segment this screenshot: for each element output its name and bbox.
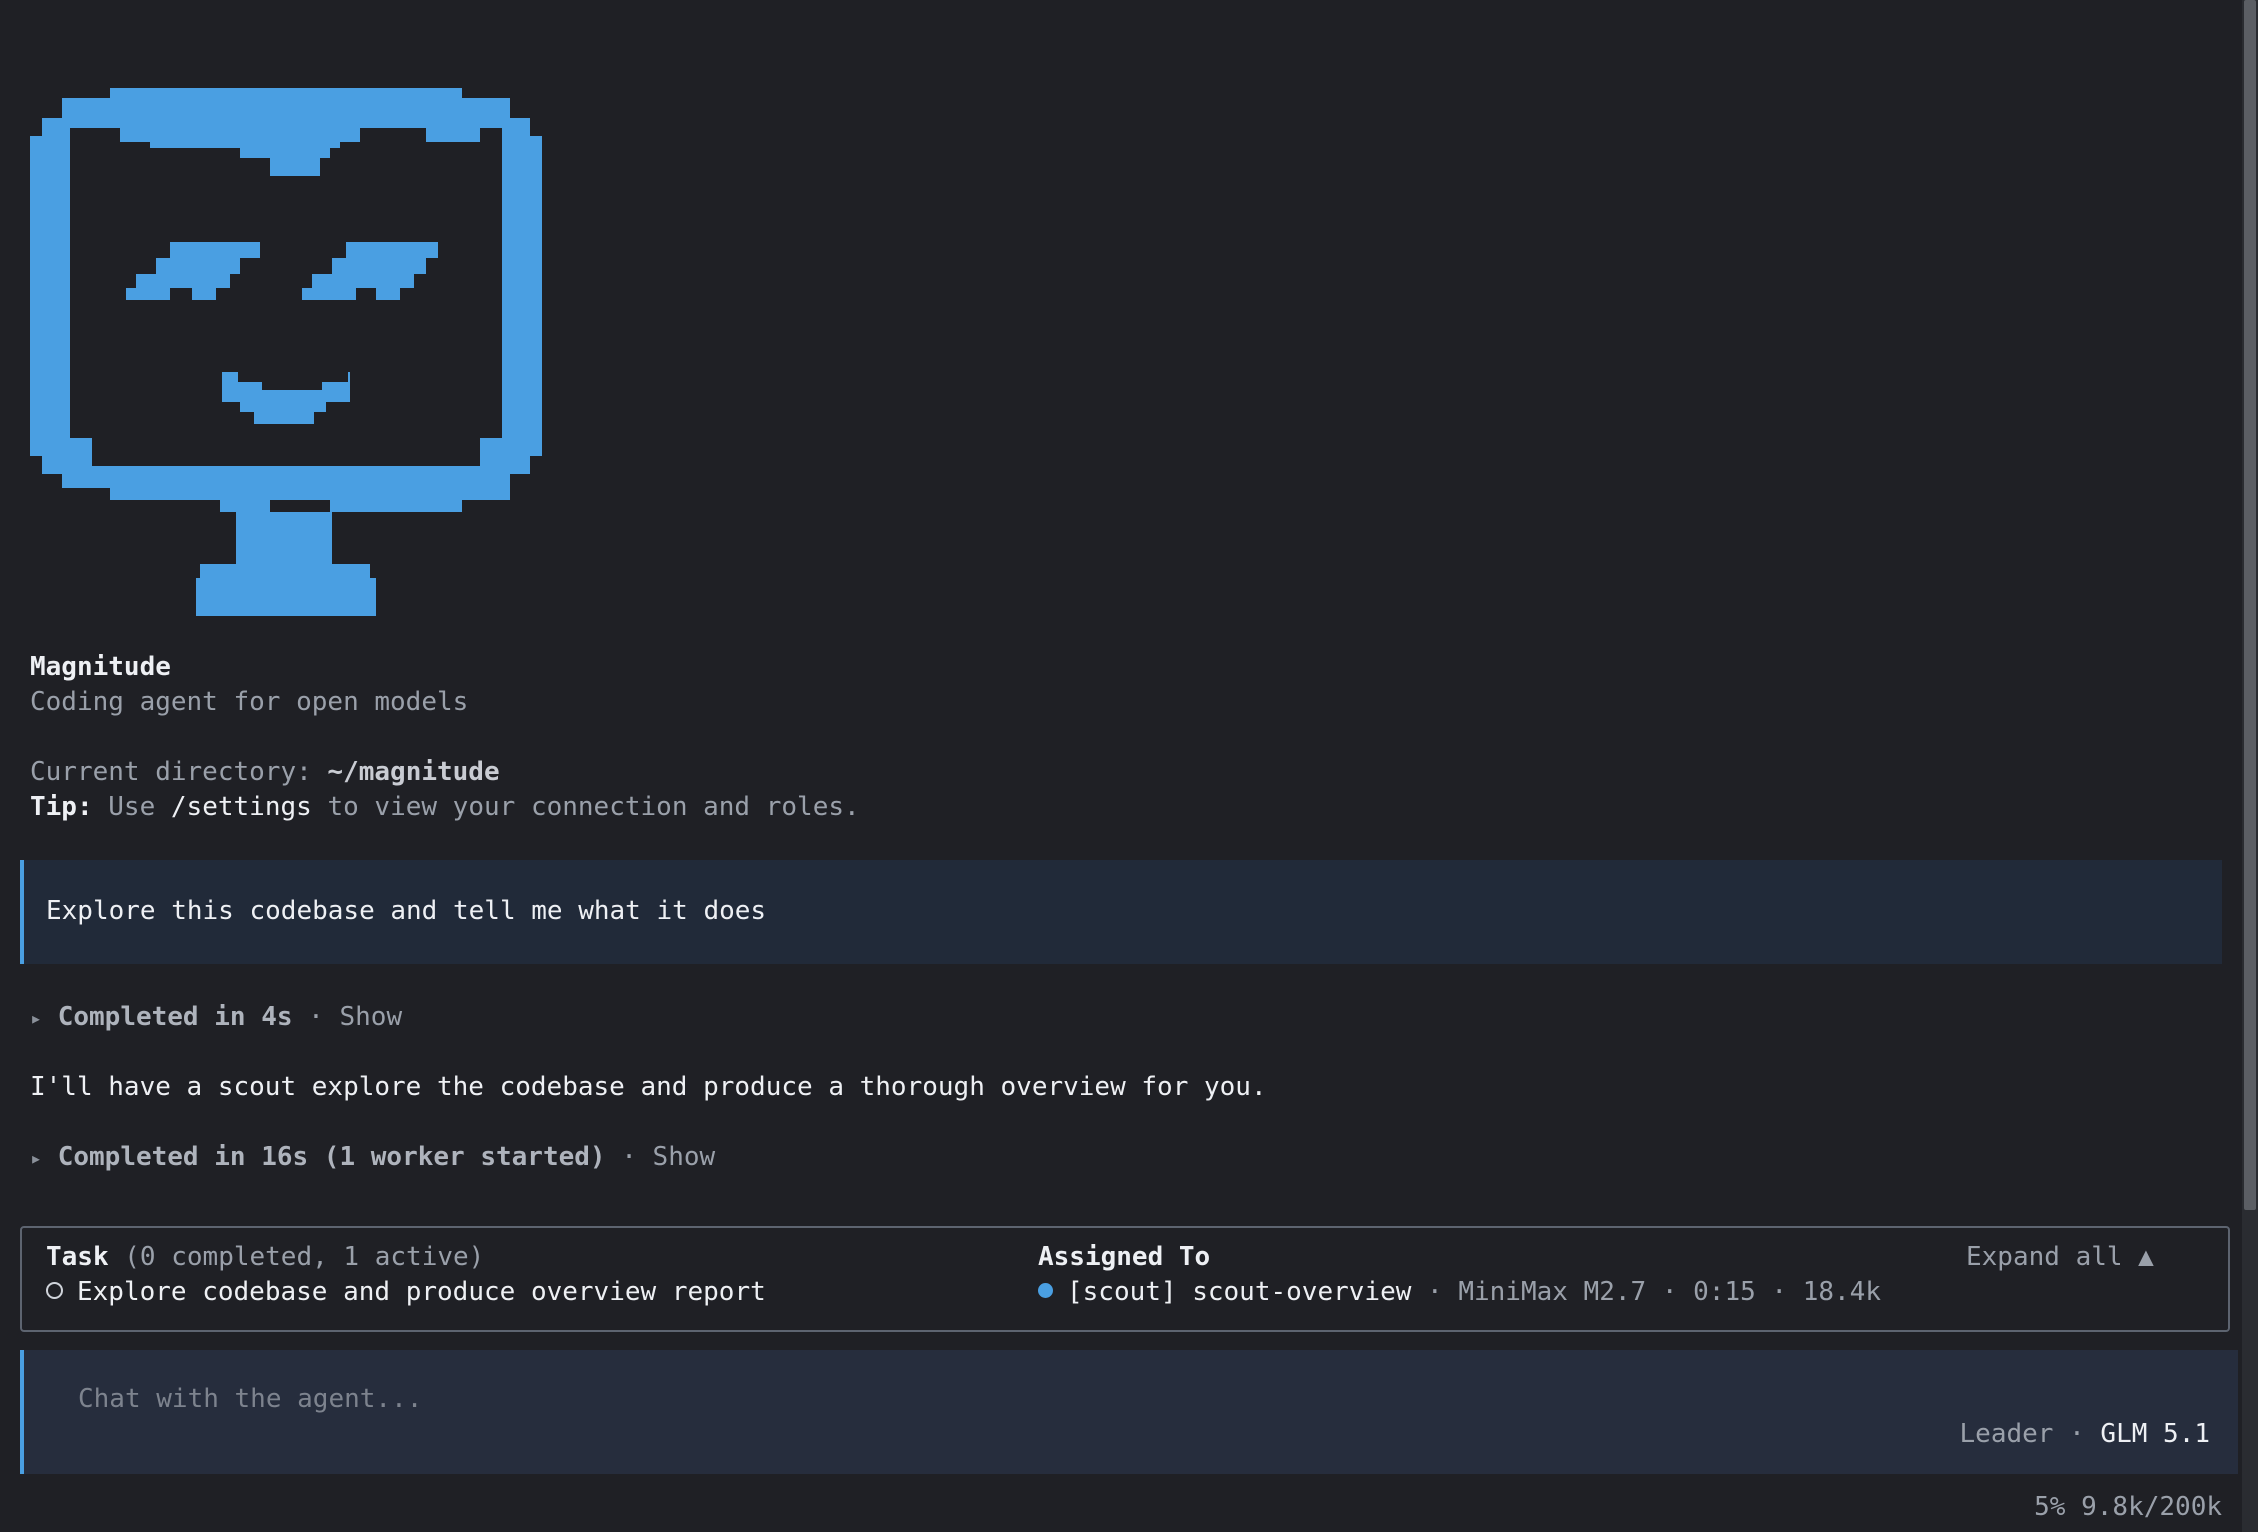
separator: · bbox=[292, 1002, 340, 1032]
directory-label: Current directory: bbox=[30, 757, 328, 787]
separator: · bbox=[605, 1142, 653, 1172]
chat-input[interactable]: Chat with the agent... Leader · GLM 5.1 bbox=[20, 1350, 2238, 1474]
pending-circle-icon bbox=[46, 1282, 63, 1299]
task-counts: (0 completed, 1 active) bbox=[108, 1242, 485, 1272]
current-directory: Current directory: ~/magnitude bbox=[30, 755, 500, 790]
assigned-header: Assigned To bbox=[1038, 1242, 1211, 1272]
turn-summary-label: Completed in 16s (1 worker started) bbox=[57, 1142, 606, 1172]
collapse-arrow-icon[interactable]: ▸ bbox=[30, 1146, 42, 1170]
task-item-label: Explore codebase and produce overview re… bbox=[77, 1277, 766, 1307]
role-label: Leader · bbox=[1959, 1419, 2101, 1449]
turn-summary-1: ▸ Completed in 4s · Show bbox=[30, 1000, 402, 1036]
tip-command: /settings bbox=[170, 792, 312, 822]
model-indicator[interactable]: Leader · GLM 5.1 bbox=[1960, 1417, 2210, 1452]
app-subtitle: Coding agent for open models bbox=[30, 687, 469, 717]
magnitude-logo-icon bbox=[30, 88, 542, 616]
app-name: Magnitude bbox=[30, 652, 171, 682]
assignee-name: [scout] scout-overview bbox=[1067, 1277, 1412, 1307]
expand-all-button[interactable]: Expand all ▲ bbox=[1966, 1240, 2154, 1275]
turn-summary-label: Completed in 4s bbox=[57, 1002, 293, 1032]
user-message-text: Explore this codebase and tell me what i… bbox=[46, 896, 767, 926]
task-header: Task (0 completed, 1 active) bbox=[46, 1240, 484, 1275]
task-item[interactable]: Explore codebase and produce overview re… bbox=[46, 1275, 766, 1310]
scrollbar-thumb[interactable] bbox=[2244, 0, 2256, 1210]
directory-value: ~/magnitude bbox=[327, 757, 500, 787]
task-header-label: Task bbox=[46, 1242, 109, 1272]
user-message: Explore this codebase and tell me what i… bbox=[20, 860, 2222, 964]
tip-line: Tip: Use /settings to view your connecti… bbox=[30, 790, 860, 825]
collapse-arrow-icon[interactable]: ▸ bbox=[30, 1006, 42, 1030]
turn-summary-2: ▸ Completed in 16s (1 worker started) · … bbox=[30, 1140, 715, 1176]
model-name: GLM 5.1 bbox=[2100, 1419, 2210, 1449]
scrollbar[interactable] bbox=[2242, 0, 2258, 1532]
chat-input-placeholder[interactable]: Chat with the agent... bbox=[78, 1382, 422, 1417]
tip-pre: Use bbox=[92, 792, 171, 822]
assignee-meta: · MiniMax M2.7 · 0:15 · 18.4k bbox=[1411, 1277, 1881, 1307]
tip-post: to view your connection and roles. bbox=[311, 792, 860, 822]
assignee-row[interactable]: [scout] scout-overview · MiniMax M2.7 · … bbox=[1038, 1275, 1881, 1310]
context-usage: 5% 9.8k/200k bbox=[2034, 1492, 2222, 1522]
show-details-link[interactable]: Show bbox=[339, 1002, 402, 1032]
show-details-link[interactable]: Show bbox=[653, 1142, 716, 1172]
active-status-dot-icon bbox=[1038, 1283, 1053, 1298]
assistant-message: I'll have a scout explore the codebase a… bbox=[30, 1072, 1267, 1102]
tip-label: Tip: bbox=[30, 792, 93, 822]
task-panel: Task (0 completed, 1 active) Explore cod… bbox=[20, 1226, 2230, 1332]
